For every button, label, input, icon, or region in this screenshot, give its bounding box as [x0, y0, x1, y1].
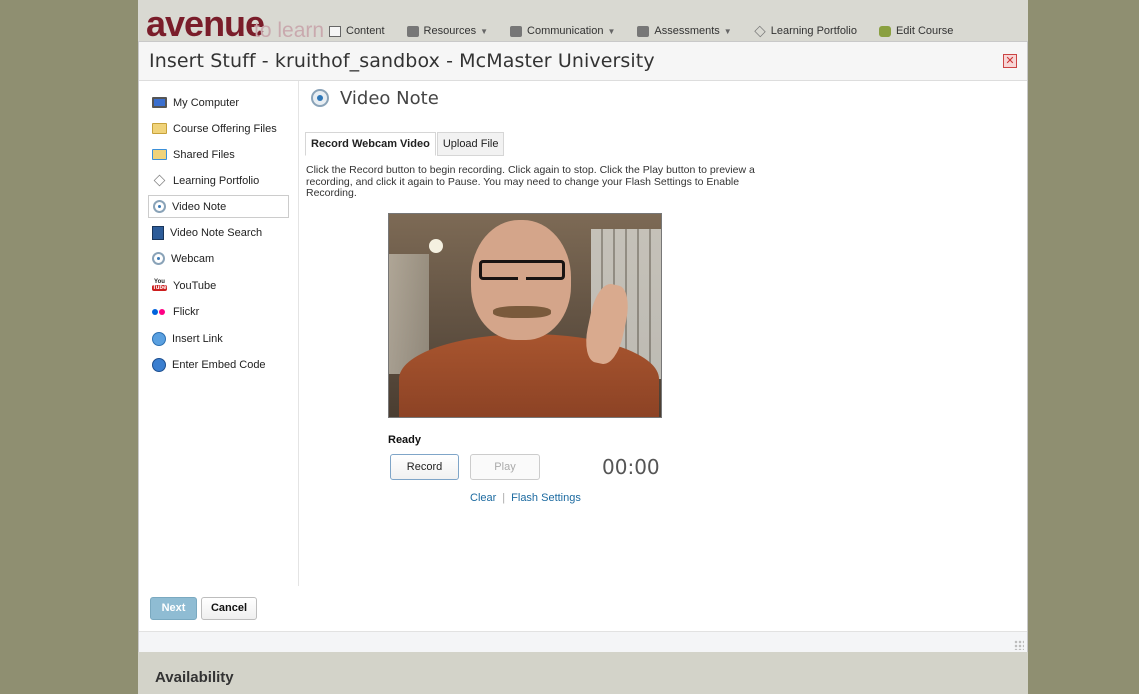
chevron-down-icon: ▼	[723, 26, 732, 36]
sidebar-item-label: Enter Embed Code	[172, 358, 266, 371]
instructions-text: Click the Record button to begin recordi…	[306, 164, 755, 199]
clear-link[interactable]: Clear	[470, 492, 496, 504]
recording-timer: 00:00	[602, 455, 660, 479]
dialog-header: Insert Stuff - kruithof_sandbox - McMast…	[139, 42, 1027, 81]
assessments-icon	[637, 25, 650, 37]
video-note-icon	[311, 89, 329, 109]
nav-label: Learning Portfolio	[770, 25, 857, 37]
sidebar-item-label: Video Note Search	[170, 226, 263, 239]
portfolio-icon	[153, 174, 166, 187]
video-note-icon	[153, 200, 166, 213]
webcam-preview[interactable]	[388, 213, 662, 418]
sidebar-item-label: YouTube	[173, 279, 217, 292]
nav-label: Content	[346, 25, 385, 37]
flickr-icon	[152, 308, 167, 315]
shared-folder-icon	[152, 149, 167, 160]
tab-record-webcam-video[interactable]: Record Webcam Video	[305, 132, 436, 156]
portfolio-icon	[754, 25, 766, 37]
chevron-down-icon: ▼	[480, 26, 489, 36]
close-icon[interactable]: ✕	[1003, 54, 1017, 68]
site-nav: Content Resources ▼ Communication ▼ Assess…	[329, 25, 975, 37]
sidebar-item-video-note[interactable]: Video Note	[148, 195, 289, 218]
play-button[interactable]: Play	[470, 454, 540, 480]
tab-bar: Record Webcam Video Upload File	[305, 132, 505, 156]
sidebar-item-my-computer[interactable]: My Computer	[148, 91, 289, 114]
sidebar-item-learning-portfolio[interactable]: Learning Portfolio	[148, 169, 289, 192]
tab-upload-file[interactable]: Upload File	[436, 132, 505, 156]
source-sidebar: My Computer Course Offering Files Shared…	[139, 81, 299, 586]
availability-section	[138, 652, 1028, 694]
content-icon	[329, 25, 341, 37]
flash-settings-link[interactable]: Flash Settings	[511, 492, 581, 504]
communication-icon	[510, 25, 523, 37]
recording-links: Clear | Flash Settings	[470, 492, 581, 504]
resources-icon	[406, 25, 419, 37]
edit-course-icon	[878, 25, 891, 37]
dialog-title: Insert Stuff - kruithof_sandbox - McMast…	[149, 50, 655, 72]
link-separator: |	[502, 492, 506, 504]
sidebar-item-flickr[interactable]: Flickr	[148, 300, 289, 323]
sidebar-item-label: My Computer	[173, 96, 240, 109]
site-logo[interactable]: avenue	[146, 6, 265, 42]
link-icon	[152, 331, 166, 346]
resize-grip-icon[interactable]	[1014, 640, 1024, 650]
record-button[interactable]: Record	[390, 454, 459, 480]
sidebar-item-label: Video Note	[172, 200, 227, 213]
sidebar-item-label: Shared Files	[173, 148, 235, 161]
recording-status: Ready	[388, 434, 422, 446]
video-search-icon	[152, 225, 164, 240]
availability-heading: Availability	[155, 669, 234, 686]
site-logo-tagline: to learn	[254, 19, 325, 42]
nav-edit-course[interactable]: Edit Course	[878, 25, 954, 37]
nav-resources[interactable]: Resources ▼	[406, 25, 489, 37]
sidebar-item-video-note-search[interactable]: Video Note Search	[148, 221, 289, 244]
nav-label: Communication	[527, 25, 604, 37]
sidebar-item-label: Flickr	[173, 305, 200, 318]
dialog-footer-bar	[139, 631, 1027, 652]
nav-communication[interactable]: Communication ▼	[510, 25, 615, 37]
youtube-icon: You Tube	[152, 279, 167, 291]
nav-assessments[interactable]: Assessments ▼	[637, 25, 732, 37]
page-title: Video Note	[340, 88, 439, 109]
nav-content[interactable]: Content	[329, 25, 385, 37]
folder-icon	[152, 123, 167, 134]
sidebar-item-youtube[interactable]: You Tube YouTube	[148, 274, 289, 297]
embed-icon	[152, 357, 166, 372]
next-button[interactable]: Next	[150, 597, 197, 620]
sidebar-item-insert-link[interactable]: Insert Link	[148, 327, 289, 350]
sidebar-item-label: Webcam	[171, 252, 215, 265]
nav-label: Resources	[423, 25, 477, 37]
sidebar-item-course-offering-files[interactable]: Course Offering Files	[148, 117, 289, 140]
chevron-down-icon: ▼	[607, 26, 616, 36]
sidebar-item-label: Insert Link	[172, 332, 223, 345]
insert-stuff-dialog: Insert Stuff - kruithof_sandbox - McMast…	[138, 41, 1028, 652]
sidebar-item-shared-files[interactable]: Shared Files	[148, 143, 289, 166]
sidebar-item-enter-embed-code[interactable]: Enter Embed Code	[148, 353, 289, 376]
webcam-icon	[152, 252, 165, 265]
computer-icon	[152, 97, 167, 108]
cancel-button[interactable]: Cancel	[201, 597, 257, 620]
sidebar-item-label: Learning Portfolio	[173, 174, 260, 187]
nav-learning-portfolio[interactable]: Learning Portfolio	[754, 25, 857, 37]
nav-label: Edit Course	[895, 25, 954, 37]
nav-label: Assessments	[654, 25, 720, 37]
sidebar-item-label: Course Offering Files	[173, 122, 277, 135]
sidebar-item-webcam[interactable]: Webcam	[148, 247, 289, 270]
